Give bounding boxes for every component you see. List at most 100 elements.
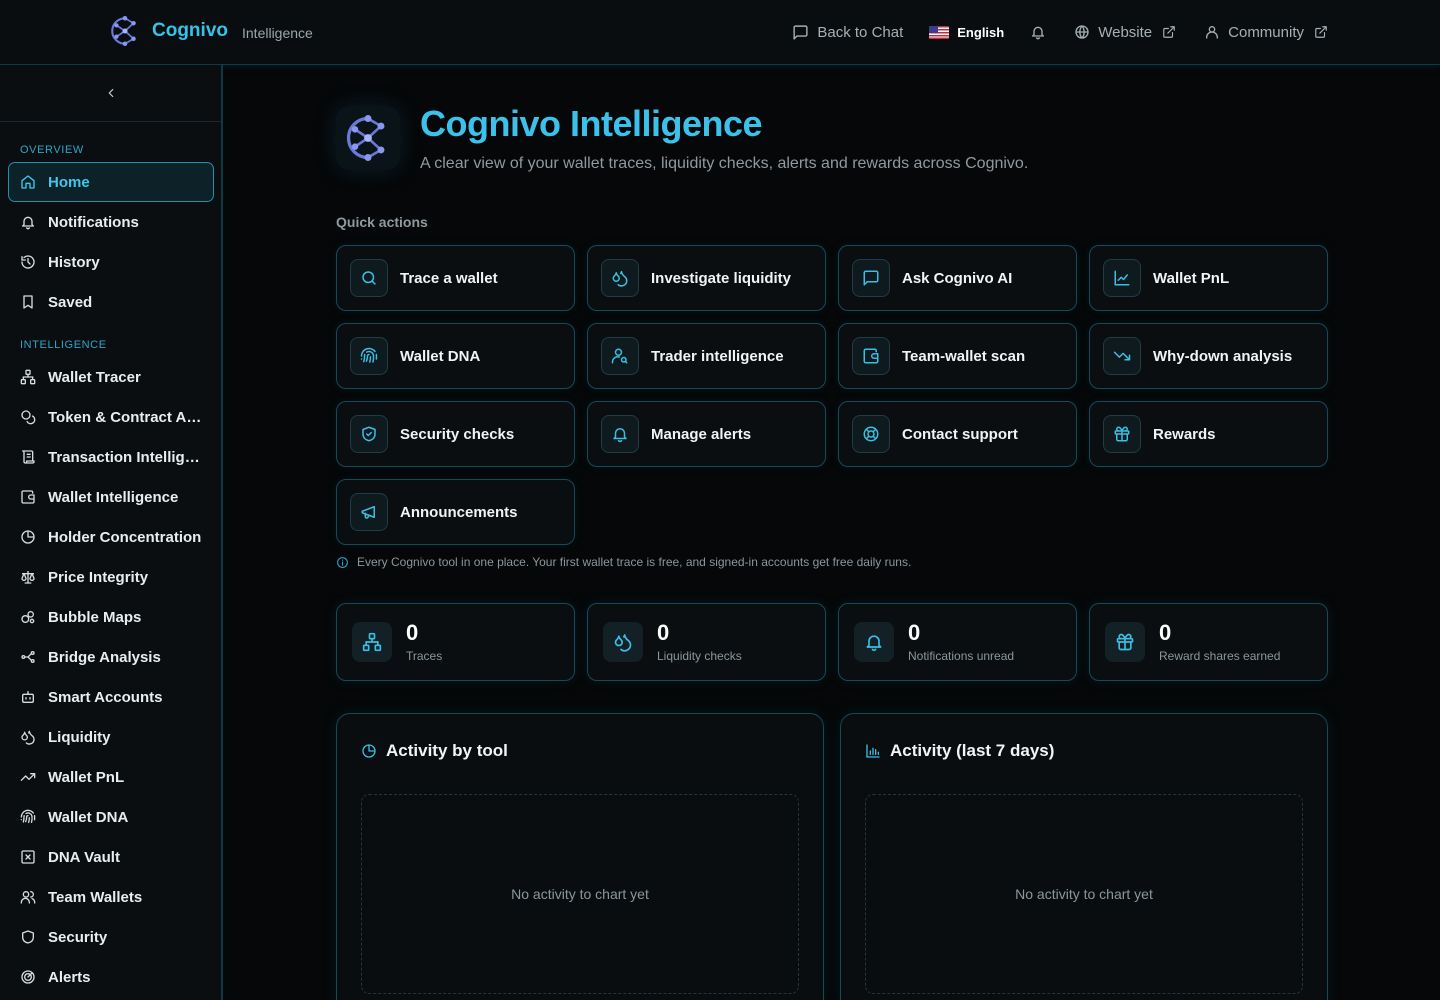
sidebar-item-alerts[interactable]: Alerts	[8, 957, 214, 997]
language-selector[interactable]: English	[929, 25, 1004, 40]
quick-action-label: Why-down analysis	[1153, 347, 1293, 365]
bar-chart-icon	[865, 743, 881, 759]
quick-action-label: Investigate liquidity	[651, 269, 792, 287]
sidebar-item-smart-accounts[interactable]: Smart Accounts	[8, 677, 214, 717]
community-link[interactable]: Community	[1204, 24, 1328, 41]
page-subtitle: A clear view of your wallet traces, liqu…	[420, 155, 1029, 172]
sidebar-item-wallet-intelligence[interactable]: Wallet Intelligence	[8, 477, 214, 517]
sidebar-item-label: Alerts	[48, 968, 91, 986]
cognivo-logo-icon	[108, 14, 142, 48]
quick-action-icon-box	[852, 337, 890, 375]
quick-action-icon-box	[852, 259, 890, 297]
quick-action-icon-box	[350, 259, 388, 297]
user-search-icon	[611, 347, 629, 365]
stat-value: 0	[406, 620, 419, 645]
sidebar-item-wallet-pnl[interactable]: Wallet PnL	[8, 757, 214, 797]
quick-action-why-down-analysis[interactable]: Why-down analysis	[1089, 323, 1328, 389]
coins-icon	[20, 409, 36, 425]
sidebar-item-dna-vault[interactable]: DNA Vault	[8, 837, 214, 877]
quick-action-team-wallet-scan[interactable]: Team-wallet scan	[838, 323, 1077, 389]
sidebar-item-notifications[interactable]: Notifications	[8, 202, 214, 242]
sidebar-item-history[interactable]: History	[8, 242, 214, 282]
back-to-chat-link[interactable]: Back to Chat	[792, 24, 903, 41]
quick-action-label: Ask Cognivo AI	[902, 269, 1013, 287]
quick-action-trader-intelligence[interactable]: Trader intelligence	[587, 323, 826, 389]
chat-icon	[862, 269, 880, 287]
website-link[interactable]: Website	[1074, 24, 1176, 41]
top-bar: Cognivo Intelligence Back to Chat Englis…	[0, 0, 1440, 65]
quick-action-icon-box	[601, 259, 639, 297]
sidebar-item-holder-concentration[interactable]: Holder Concentration	[8, 517, 214, 557]
stat-icon-box	[352, 622, 392, 662]
stat-icon-box	[854, 622, 894, 662]
sidebar-item-token-contract-anal[interactable]: Token & Contract Anal...	[8, 397, 214, 437]
chat-icon	[792, 24, 809, 41]
quick-action-icon-box	[601, 415, 639, 453]
quick-action-label: Wallet DNA	[400, 347, 481, 365]
bot-icon	[20, 689, 36, 705]
globe-icon	[1074, 24, 1090, 40]
brand[interactable]: Cognivo Intelligence	[108, 14, 313, 48]
sidebar-item-label: DNA Vault	[48, 848, 120, 866]
search-icon	[360, 269, 378, 287]
sidebar-item-home[interactable]: Home	[8, 162, 214, 202]
quick-action-wallet-pnl[interactable]: Wallet PnL	[1089, 245, 1328, 311]
notifications-button[interactable]	[1030, 24, 1046, 40]
quick-action-label: Trace a wallet	[400, 269, 498, 287]
stat-caption: Reward shares earned	[1159, 649, 1281, 663]
panel-header: Activity (last 7 days)	[865, 741, 1054, 761]
language-label: English	[957, 24, 1005, 40]
quick-action-ask-cognivo-ai[interactable]: Ask Cognivo AI	[838, 245, 1077, 311]
quick-action-announcements[interactable]: Announcements	[336, 479, 575, 545]
quick-action-manage-alerts[interactable]: Manage alerts	[587, 401, 826, 467]
quick-action-wallet-dna[interactable]: Wallet DNA	[336, 323, 575, 389]
quick-action-label: Team-wallet scan	[902, 347, 1026, 365]
quick-action-rewards[interactable]: Rewards	[1089, 401, 1328, 467]
sidebar-item-team-wallets[interactable]: Team Wallets	[8, 877, 214, 917]
cognivo-logo-icon	[342, 112, 394, 164]
sidebar-item-label: Bubble Maps	[48, 608, 142, 626]
sidebar-item-price-integrity[interactable]: Price Integrity	[8, 557, 214, 597]
sidebar-item-label: Notifications	[48, 213, 139, 231]
quick-action-icon-box	[1103, 259, 1141, 297]
sidebar-collapse-button[interactable]	[0, 65, 221, 122]
quick-actions-info-text: Every Cognivo tool in one place. Your fi…	[357, 555, 912, 569]
info-icon	[336, 556, 349, 569]
bell-icon	[611, 425, 629, 443]
bridge-icon	[20, 649, 36, 665]
sidebar-item-label: Holder Concentration	[48, 528, 202, 546]
droplets-icon	[613, 632, 633, 652]
sidebar-item-liquidity[interactable]: Liquidity	[8, 717, 214, 757]
panel-header: Activity by tool	[361, 741, 508, 761]
sidebar-item-wallet-dna[interactable]: Wallet DNA	[8, 797, 214, 837]
brand-name: Cognivo	[152, 20, 228, 41]
sidebar-item-bridge-analysis[interactable]: Bridge Analysis	[8, 637, 214, 677]
gift-icon	[1113, 425, 1131, 443]
website-label: Website	[1098, 23, 1153, 41]
quick-action-icon-box	[1103, 415, 1141, 453]
shield-check-icon	[360, 425, 378, 443]
quick-action-icon-box	[601, 337, 639, 375]
stat-caption: Traces	[406, 649, 443, 663]
sidebar-item-wallet-tracer[interactable]: Wallet Tracer	[8, 357, 214, 397]
sidebar-item-security[interactable]: Security	[8, 917, 214, 957]
network-icon	[20, 369, 36, 385]
sidebar-item-label: Security	[48, 928, 108, 946]
sidebar-item-bubble-maps[interactable]: Bubble Maps	[8, 597, 214, 637]
quick-action-label: Rewards	[1153, 425, 1216, 443]
quick-action-label: Trader intelligence	[651, 347, 784, 365]
sidebar-item-transaction-intelligen[interactable]: Transaction Intelligen...	[8, 437, 214, 477]
sidebar-item-label: Wallet Tracer	[48, 368, 141, 386]
scale-icon	[20, 569, 36, 585]
wallet-icon	[20, 489, 36, 505]
sidebar-item-saved[interactable]: Saved	[8, 282, 214, 322]
stat-value: 0	[1159, 620, 1172, 645]
quick-action-investigate-liquidity[interactable]: Investigate liquidity	[587, 245, 826, 311]
gift-icon	[1115, 632, 1135, 652]
quick-action-icon-box	[350, 415, 388, 453]
quick-action-security-checks[interactable]: Security checks	[336, 401, 575, 467]
quick-action-icon-box	[852, 415, 890, 453]
quick-action-trace-a-wallet[interactable]: Trace a wallet	[336, 245, 575, 311]
chart-empty-state: No activity to chart yet	[865, 794, 1303, 994]
quick-action-contact-support[interactable]: Contact support	[838, 401, 1077, 467]
